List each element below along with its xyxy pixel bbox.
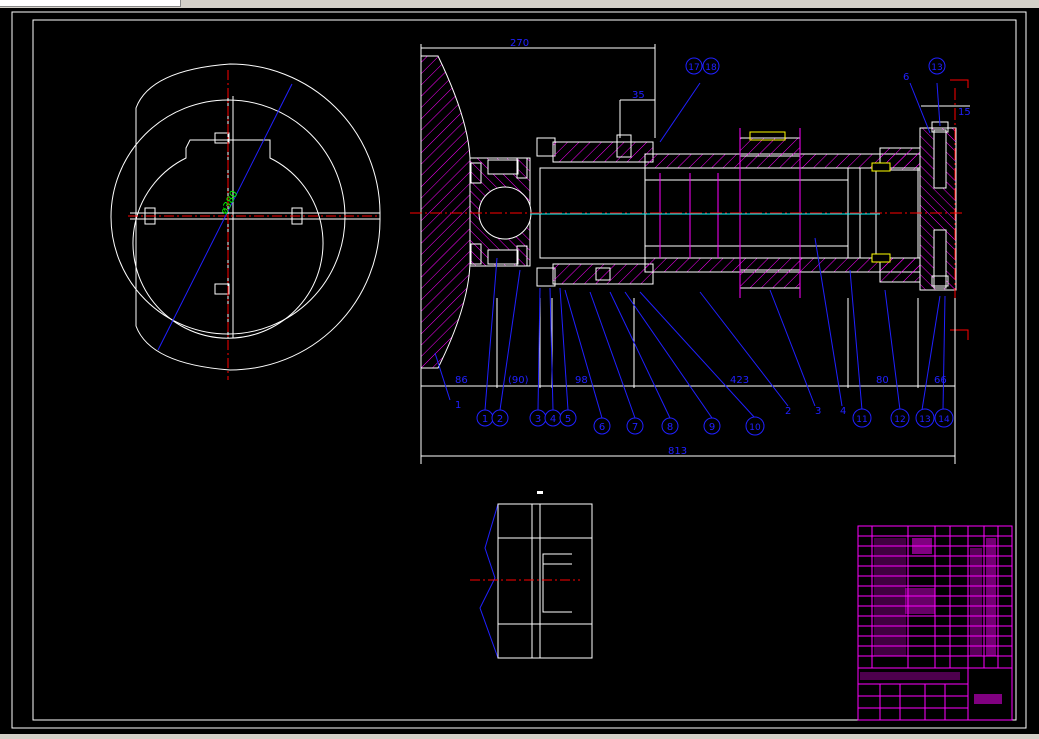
balloon-2: 2	[491, 409, 509, 427]
dim-813: 813	[668, 446, 687, 457]
svg-text:13: 13	[931, 63, 942, 73]
cad-drawing-canvas[interactable]: ø380 270 35 15 86 (90) 98 423 80 66 813 …	[0, 8, 1039, 734]
balloon-8: 8	[661, 417, 679, 435]
window-top-bar	[0, 0, 1039, 8]
svg-text:3: 3	[535, 414, 541, 425]
dim-270: 270	[510, 38, 529, 49]
dim-86: 86	[455, 375, 468, 386]
svg-text:12: 12	[894, 415, 905, 425]
balloon-13: 13	[915, 408, 935, 428]
svg-text:18: 18	[705, 63, 717, 73]
svg-text:10: 10	[749, 423, 761, 433]
balloon-1: 1	[476, 409, 494, 427]
side-view-diameter: ø380	[219, 189, 241, 216]
window-tab[interactable]	[0, 0, 181, 7]
dim-66: 66	[934, 375, 947, 386]
svg-text:11: 11	[856, 415, 867, 425]
balloon-18: 18	[702, 57, 720, 75]
label-2: 2	[785, 406, 791, 417]
balloon-6: 6	[593, 417, 611, 435]
side-view: ø380	[110, 63, 381, 380]
balloon-12: 12	[890, 408, 910, 428]
svg-text:9: 9	[709, 422, 715, 433]
label-3: 3	[815, 406, 821, 417]
window-bottom-bar	[0, 734, 1039, 739]
dim-423: 423	[730, 375, 749, 386]
svg-text:8: 8	[667, 422, 673, 433]
svg-text:2: 2	[497, 414, 503, 425]
balloon-7: 7	[626, 417, 644, 435]
svg-text:5: 5	[565, 414, 571, 425]
balloon-10: 10	[745, 416, 765, 436]
balloon-11: 11	[852, 408, 872, 428]
balloon-14: 14	[934, 408, 954, 428]
inner-frame	[32, 19, 1017, 721]
svg-text:6: 6	[599, 422, 605, 433]
svg-text:13: 13	[919, 415, 930, 425]
svg-text:14: 14	[938, 415, 950, 425]
balloon-5: 5	[559, 409, 577, 427]
balloon-9: 9	[703, 417, 721, 435]
dim-80: 80	[876, 375, 889, 386]
dim-15: 15	[958, 107, 971, 118]
balloon-17: 17	[685, 57, 703, 75]
svg-text:4: 4	[550, 414, 556, 425]
balloon-13-top: 13	[928, 57, 946, 75]
dim-90: (90)	[508, 375, 529, 386]
balloon-4: 4	[544, 409, 562, 427]
label-6: 6	[903, 72, 909, 83]
svg-text:7: 7	[632, 422, 638, 433]
label-4: 4	[840, 406, 846, 417]
dim-35: 35	[632, 90, 645, 101]
label-1: 1	[455, 400, 461, 411]
section-view	[410, 55, 969, 369]
detail-view	[470, 491, 593, 659]
title-block	[857, 525, 1013, 721]
balloon-3: 3	[529, 409, 547, 427]
dim-98: 98	[575, 375, 588, 386]
svg-text:1: 1	[482, 414, 488, 425]
svg-text:17: 17	[688, 63, 699, 73]
